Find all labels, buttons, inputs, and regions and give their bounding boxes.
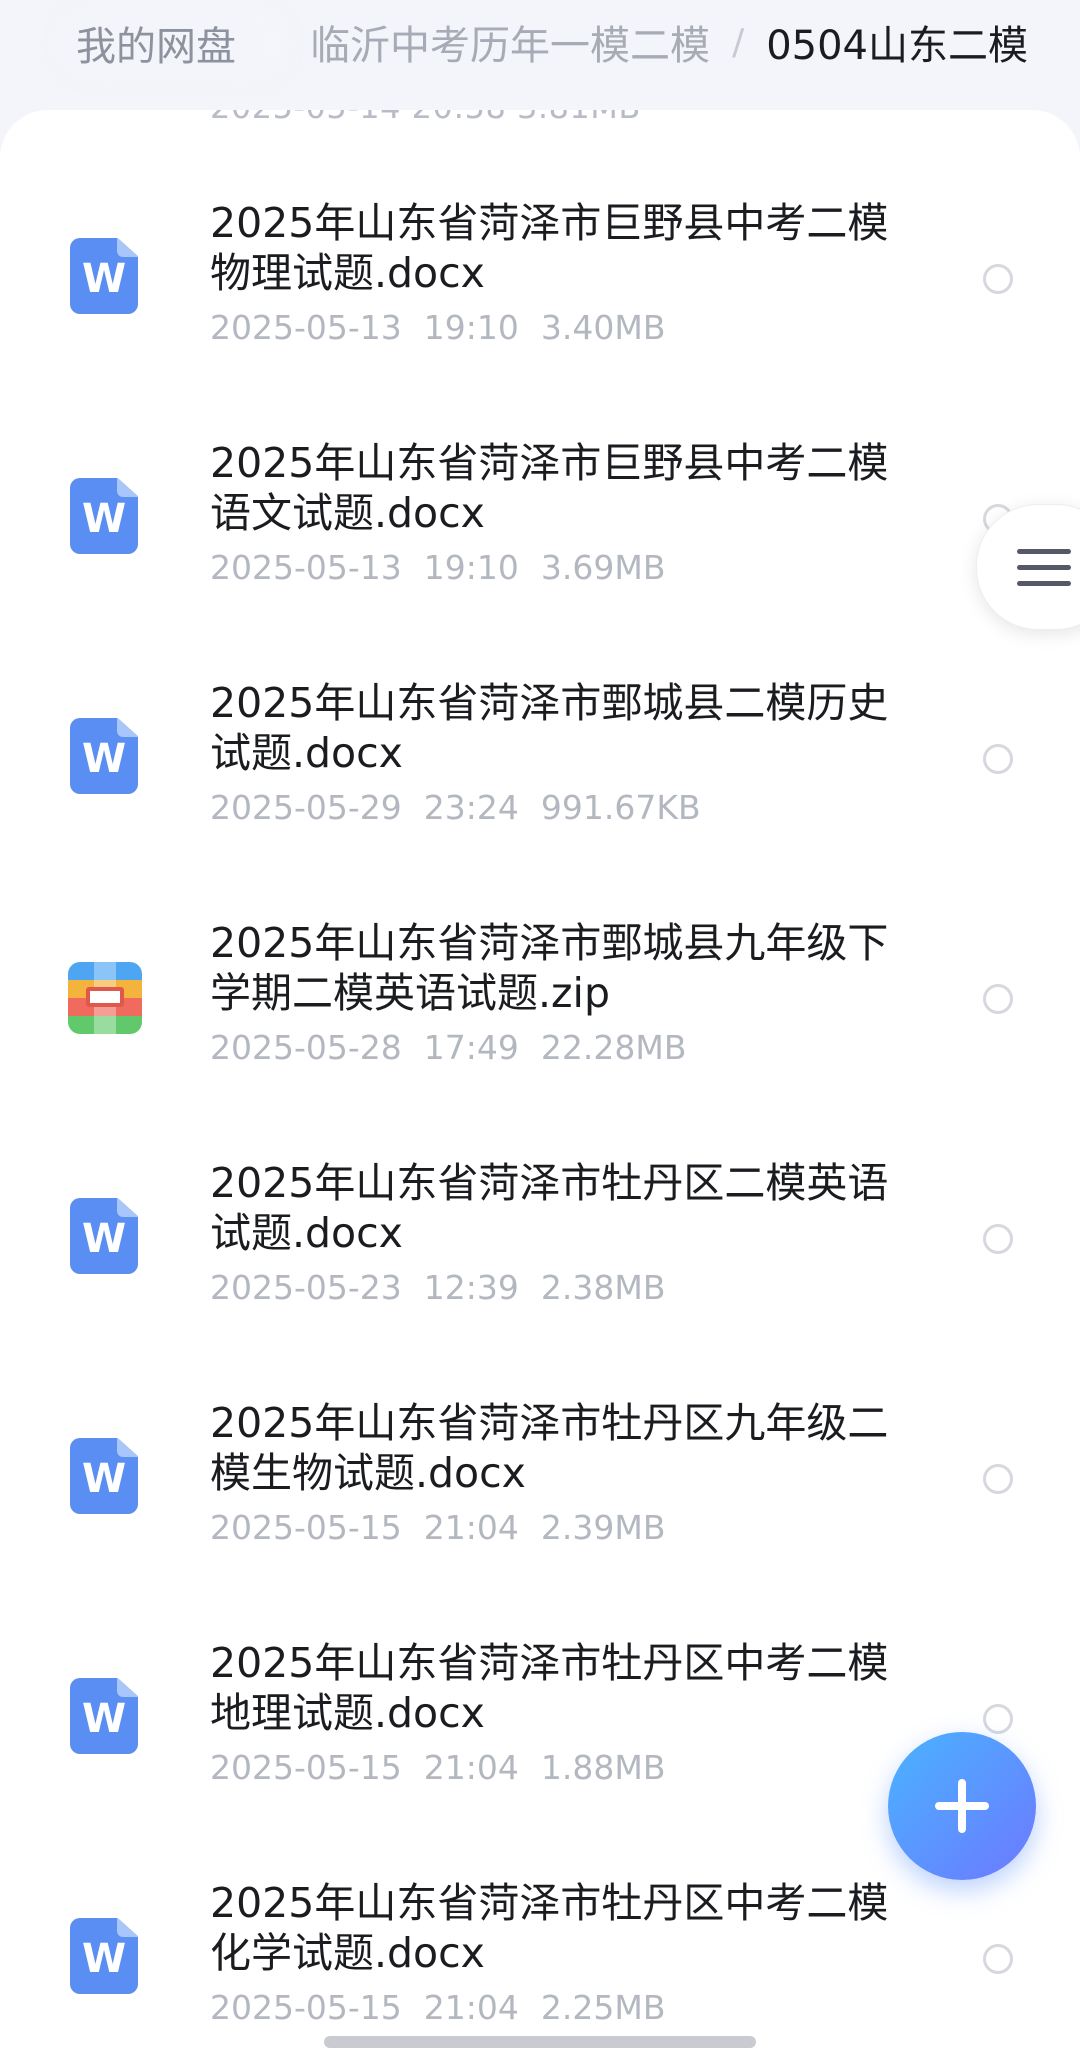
file-date: 2025-05-23 bbox=[210, 1268, 402, 1307]
file-meta: 2025-05-15 21:04 2.25MB bbox=[210, 1988, 687, 2027]
file-date: 2025-05-15 bbox=[210, 1508, 402, 1547]
file-row[interactable]: W 2025年山东省菏泽市牡丹区九年级二模生物试题.docx 2025-05-1… bbox=[0, 1370, 1080, 1610]
breadcrumb-separator: / bbox=[732, 21, 745, 63]
word-doc-icon: W bbox=[70, 478, 138, 554]
file-date: 2025-05-13 bbox=[210, 308, 402, 347]
file-date: 2025-05-15 bbox=[210, 1988, 402, 2027]
file-time: 19:10 bbox=[423, 548, 519, 587]
file-row[interactable]: W 2025年山东省菏泽市牡丹区中考二模化学试题.docx 2025-05-15… bbox=[0, 1850, 1080, 2064]
partial-file-meta: 2025-05-14 20:58 3.81MB bbox=[210, 110, 641, 126]
file-size: 2.25MB bbox=[540, 1988, 666, 2027]
file-size: 2.38MB bbox=[540, 1268, 666, 1307]
select-checkbox[interactable] bbox=[983, 1944, 1013, 1974]
file-name: 2025年山东省菏泽市牡丹区九年级二模生物试题.docx bbox=[210, 1399, 889, 1497]
file-meta: 2025-05-15 21:04 1.88MB bbox=[210, 1748, 687, 1787]
file-meta: 2025-05-28 17:49 22.28MB bbox=[210, 1028, 708, 1067]
file-size: 1.88MB bbox=[540, 1748, 666, 1787]
select-checkbox[interactable] bbox=[983, 1704, 1013, 1734]
select-checkbox[interactable] bbox=[983, 1464, 1013, 1494]
file-date: 2025-05-29 bbox=[210, 788, 402, 827]
file-meta: 2025-05-23 12:39 2.38MB bbox=[210, 1268, 687, 1307]
file-meta: 2025-05-13 19:10 3.40MB bbox=[210, 308, 687, 347]
file-row[interactable]: W 2025年山东省菏泽市鄄城县二模历史试题.docx 2025-05-29 23… bbox=[0, 650, 1080, 890]
file-meta: 2025-05-29 23:24 991.67KB bbox=[210, 788, 723, 827]
file-size: 3.40MB bbox=[540, 308, 666, 347]
file-name: 2025年山东省菏泽市鄄城县二模历史试题.docx bbox=[210, 679, 889, 777]
file-date: 2025-05-28 bbox=[210, 1028, 402, 1067]
file-name: 2025年山东省菏泽市牡丹区二模英语试题.docx bbox=[210, 1159, 889, 1257]
file-name: 2025年山东省菏泽市巨野县中考二模物理试题.docx bbox=[210, 199, 889, 297]
file-meta: 2025-05-15 21:04 2.39MB bbox=[210, 1508, 687, 1547]
word-doc-icon: W bbox=[70, 238, 138, 314]
file-date: 2025-05-13 bbox=[210, 548, 402, 587]
file-row[interactable]: W 2025年山东省菏泽市巨野县中考二模语文试题.docx 2025-05-13… bbox=[0, 410, 1080, 650]
word-doc-icon: W bbox=[70, 718, 138, 794]
zip-archive-icon bbox=[68, 962, 142, 1034]
select-checkbox[interactable] bbox=[983, 984, 1013, 1014]
word-doc-icon: W bbox=[70, 1198, 138, 1274]
file-time: 21:04 bbox=[423, 1508, 519, 1547]
select-checkbox[interactable] bbox=[983, 264, 1013, 294]
file-name: 2025年山东省菏泽市牡丹区中考二模化学试题.docx bbox=[210, 1879, 889, 1977]
file-time: 21:04 bbox=[423, 1988, 519, 2027]
file-time: 23:24 bbox=[423, 788, 519, 827]
word-doc-icon: W bbox=[70, 1918, 138, 1994]
menu-lines-icon bbox=[1017, 549, 1071, 587]
file-size: 22.28MB bbox=[540, 1028, 687, 1067]
file-time: 17:49 bbox=[423, 1028, 519, 1067]
file-size: 3.69MB bbox=[540, 548, 666, 587]
file-time: 12:39 bbox=[423, 1268, 519, 1307]
file-row[interactable]: W 2025年山东省菏泽市牡丹区二模英语试题.docx 2025-05-23 12… bbox=[0, 1130, 1080, 1370]
file-meta: 2025-05-13 19:10 3.69MB bbox=[210, 548, 687, 587]
add-plus-button[interactable] bbox=[888, 1732, 1036, 1880]
breadcrumb-parent-folder[interactable]: 临沂中考历年一模二模 bbox=[310, 13, 710, 71]
home-indicator[interactable] bbox=[324, 2036, 756, 2048]
word-doc-icon: W bbox=[70, 1678, 138, 1754]
breadcrumb-current-folder: 0504山东二模 bbox=[766, 23, 1028, 69]
file-row[interactable]: W 2025年山东省菏泽市巨野县中考二模物理试题.docx 2025-05-13… bbox=[0, 170, 1080, 410]
file-name: 2025年山东省菏泽市牡丹区中考二模地理试题.docx bbox=[210, 1639, 889, 1737]
file-time: 19:10 bbox=[423, 308, 519, 347]
file-size: 991.67KB bbox=[540, 788, 701, 827]
file-row[interactable]: 2025年山东省菏泽市鄄城县九年级下学期二模英语试题.zip 2025-05-2… bbox=[0, 890, 1080, 1130]
select-checkbox[interactable] bbox=[983, 744, 1013, 774]
word-doc-icon: W bbox=[70, 1438, 138, 1514]
file-size: 2.39MB bbox=[540, 1508, 666, 1547]
file-time: 21:04 bbox=[423, 1748, 519, 1787]
breadcrumb-root[interactable]: 我的网盘 bbox=[48, 14, 264, 72]
file-name: 2025年山东省菏泽市鄄城县九年级下学期二模英语试题.zip bbox=[210, 919, 889, 1017]
top-bar: 临沂中考历年一模二模 / 0504山东二模 我的网盘 bbox=[0, 0, 1080, 110]
file-date: 2025-05-15 bbox=[210, 1748, 402, 1787]
select-checkbox[interactable] bbox=[983, 1224, 1013, 1254]
file-name: 2025年山东省菏泽市巨野县中考二模语文试题.docx bbox=[210, 439, 889, 537]
